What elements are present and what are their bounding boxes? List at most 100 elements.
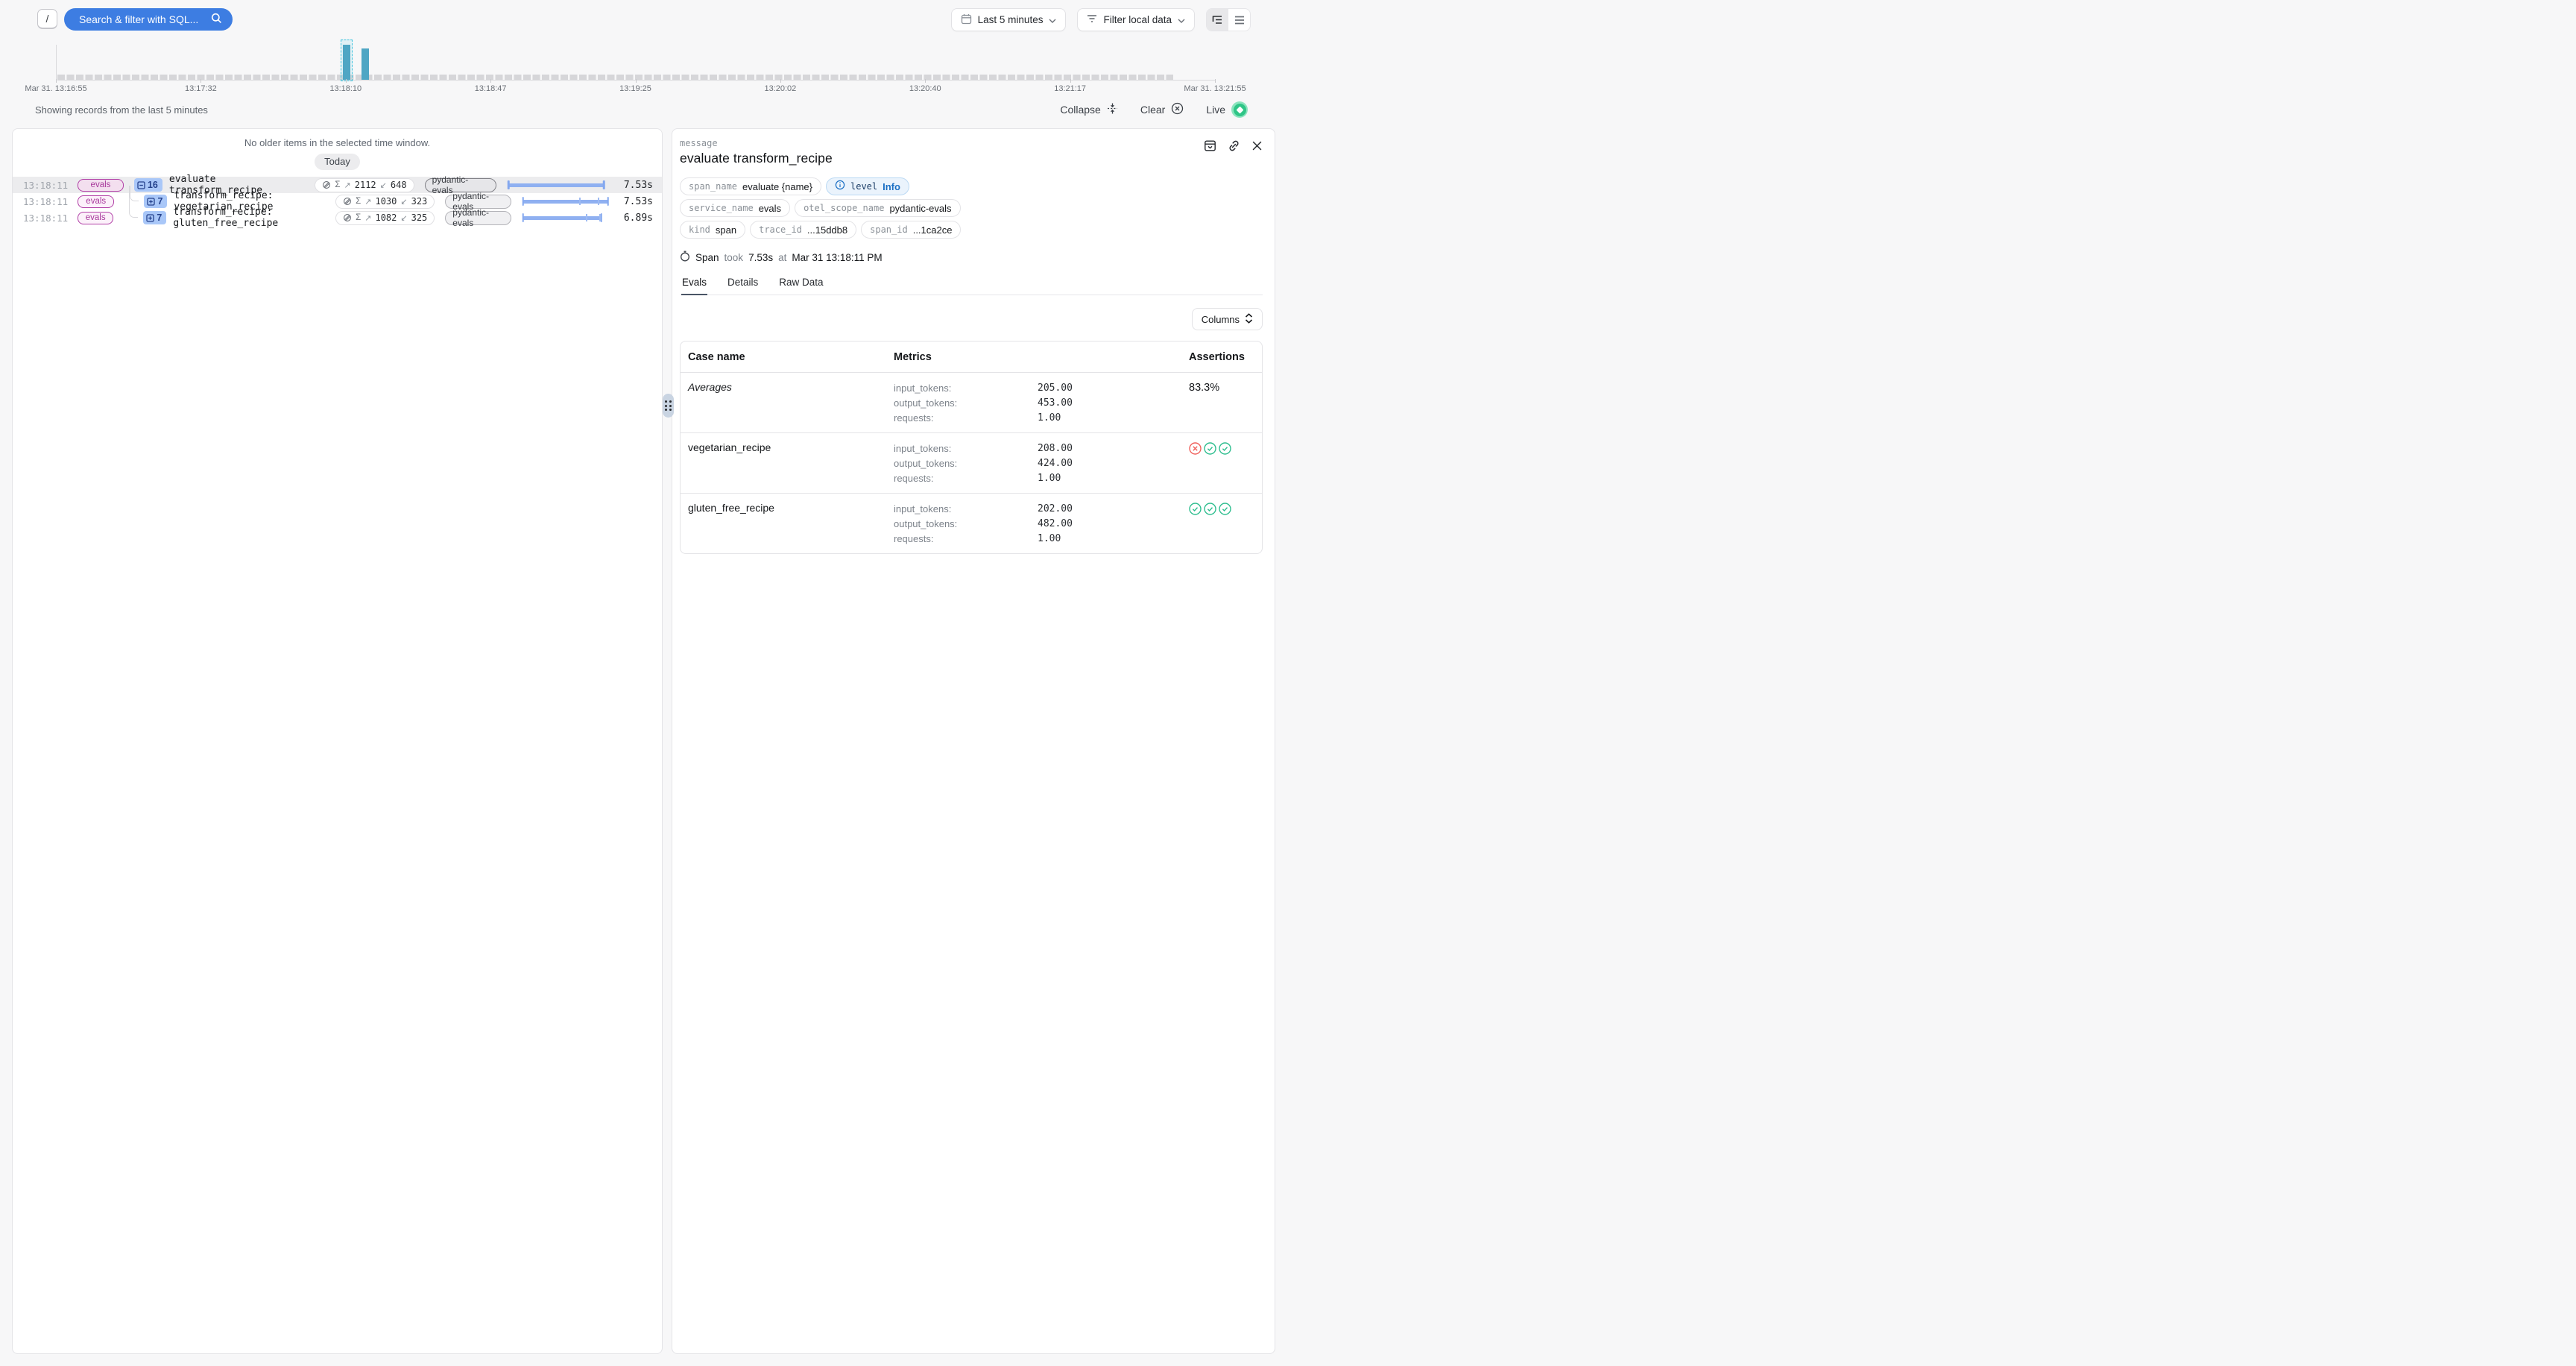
tab-evals[interactable]: Evals [681, 275, 707, 295]
collapse-button-label: Collapse [1060, 104, 1100, 116]
time-range-dropdown[interactable]: Last 5 minutes [951, 8, 1067, 31]
eval-case-row[interactable]: Averages input_tokens:205.00 output_toke… [681, 373, 1262, 433]
live-toggle-label: Live [1206, 104, 1225, 116]
trace-rows: 13:18:11 evals 16 evaluate transform_rec… [13, 177, 662, 226]
clear-button-label: Clear [1140, 104, 1165, 116]
timeline-histogram: 10 5 0 Mar 31. 13:16:5513:17:3213:18:101… [0, 39, 1288, 95]
x-tick-mark [636, 79, 637, 83]
pass-icon [1204, 503, 1216, 515]
x-tick-label: 13:19:25 [619, 84, 651, 93]
metric-value: 482.00 [1038, 517, 1073, 532]
token-usage-pill[interactable]: Σ ↗ 1030 ↙ 323 [335, 195, 435, 209]
attr-pill-span-name[interactable]: span_name evaluate {name} [680, 177, 821, 195]
search-button-label: Search & filter with SQL... [79, 13, 211, 25]
tree-connector [124, 210, 143, 226]
token-usage-pill[interactable]: Σ ↗ 1082 ↙ 325 [335, 211, 435, 225]
attr-pill-level[interactable]: level Info [826, 177, 909, 195]
attr-pill-kind[interactable]: kind span [680, 221, 745, 239]
evals-badge[interactable]: evals [78, 212, 113, 224]
top-bar: / Search & filter with SQL... Last 5 min… [0, 0, 1288, 37]
columns-button[interactable]: Columns [1192, 308, 1263, 330]
attr-pill-service-name[interactable]: service_name evals [680, 199, 790, 217]
span-name: transform_recipe: gluten_free_recipe [173, 207, 335, 229]
input-tokens-arrow-icon: ↗ [364, 197, 371, 207]
x-tick-mark [490, 79, 491, 83]
live-toggle[interactable]: Live [1206, 101, 1248, 118]
x-tick-label: 13:17:32 [185, 84, 217, 93]
slash-key-label: / [46, 13, 49, 25]
metric-value: 208.00 [1038, 441, 1073, 456]
collapse-button[interactable]: Collapse [1060, 103, 1117, 116]
metric-label: input_tokens: [894, 502, 1038, 517]
attr-value: pydantic-evals [889, 203, 951, 214]
sigma-icon: Σ [356, 197, 361, 206]
attr-pill-span-id[interactable]: span_id ...1ca2ce [861, 221, 961, 239]
metric-label: requests: [894, 471, 1038, 486]
output-tokens-count: 325 [411, 213, 428, 223]
close-icon[interactable] [1251, 140, 1263, 155]
calendar-icon [961, 13, 972, 27]
eval-case-row[interactable]: vegetarian_recipe input_tokens:208.00 ou… [681, 433, 1262, 494]
metric-label: input_tokens: [894, 381, 1038, 396]
today-pill[interactable]: Today [315, 154, 360, 170]
trace-timestamp: 13:18:11 [23, 196, 66, 207]
pass-icon [1189, 503, 1202, 515]
live-indicator-icon [1231, 101, 1248, 118]
trace-row[interactable]: 13:18:11 evals 16 evaluate transform_rec… [13, 177, 662, 193]
x-tick-mark [780, 79, 781, 83]
columns-button-label: Columns [1202, 314, 1240, 325]
scope-tag[interactable]: pydantic-evals [445, 211, 511, 225]
attr-key: service_name [689, 203, 754, 213]
input-tokens-arrow-icon: ↗ [364, 213, 371, 223]
span-timing-line: Span took 7.53s at Mar 31 13:18:11 PM [680, 251, 1263, 264]
attr-pill-trace-id[interactable]: trace_id ...15ddb8 [750, 221, 856, 239]
header-case-name: Case name [681, 351, 894, 363]
histogram-bar[interactable] [362, 48, 369, 80]
input-tokens-count: 2112 [355, 180, 376, 190]
evals-badge[interactable]: evals [78, 179, 124, 192]
status-row: Showing records from the last 5 minutes … [0, 101, 1288, 121]
attr-pill-otel-scope[interactable]: otel_scope_name pydantic-evals [795, 199, 960, 217]
panel-resize-handle[interactable] [663, 394, 674, 418]
expand-span-count-badge[interactable]: 7 [143, 211, 166, 224]
tree-view-button[interactable] [1207, 9, 1228, 31]
histogram-bar[interactable] [343, 45, 350, 80]
eval-case-row[interactable]: gluten_free_recipe input_tokens:202.00 o… [681, 494, 1262, 553]
empty-buckets-strip [57, 75, 1173, 80]
x-axis-line [57, 80, 1215, 81]
coin-icon [322, 180, 331, 189]
span-count: 16 [148, 180, 158, 190]
metric-value: 202.00 [1038, 502, 1073, 517]
histogram-plot-area[interactable]: 10 5 0 [56, 45, 1215, 80]
tab-details[interactable]: Details [727, 275, 759, 295]
output-tokens-arrow-icon: ↙ [400, 197, 407, 207]
scope-tag[interactable]: pydantic-evals [425, 178, 497, 192]
output-tokens-arrow-icon: ↙ [400, 213, 407, 223]
chevron-down-icon [1049, 14, 1056, 25]
filter-local-data-dropdown[interactable]: Filter local data [1077, 8, 1195, 31]
evals-badge[interactable]: evals [78, 195, 114, 208]
timing-span-word: Span [695, 252, 719, 263]
evals-table: Case name Metrics Assertions Averages in… [680, 341, 1263, 554]
span-duration-bar [508, 180, 604, 189]
attr-value: ...1ca2ce [913, 224, 953, 236]
expand-span-count-badge[interactable]: 7 [144, 195, 167, 208]
record-kind-label: message [680, 138, 833, 148]
trace-row[interactable]: 13:18:11 evals 7 transform_recipe: glute… [13, 210, 662, 226]
scope-tag[interactable]: pydantic-evals [445, 195, 511, 209]
clear-button[interactable]: Clear [1140, 102, 1184, 117]
tab-raw-data[interactable]: Raw Data [778, 275, 824, 295]
dock-panel-icon[interactable] [1204, 139, 1216, 156]
plus-box-icon [147, 198, 155, 206]
x-tick-label: Mar 31. 13:21:55 [1184, 84, 1246, 93]
list-view-button[interactable] [1228, 9, 1250, 31]
plus-box-icon [146, 214, 154, 222]
search-button[interactable]: Search & filter with SQL... [64, 8, 233, 31]
metric-value: 453.00 [1038, 396, 1073, 411]
span-detail-panel: message evaluate transform_recipe span_n… [672, 128, 1275, 1354]
copy-link-icon[interactable] [1228, 139, 1240, 156]
detail-tabs: Evals Details Raw Data [680, 275, 1263, 295]
header-metrics: Metrics [894, 351, 932, 363]
assertions-cell [1189, 441, 1248, 486]
trace-row[interactable]: 13:18:11 evals 7 transform_recipe: veget… [13, 193, 662, 210]
